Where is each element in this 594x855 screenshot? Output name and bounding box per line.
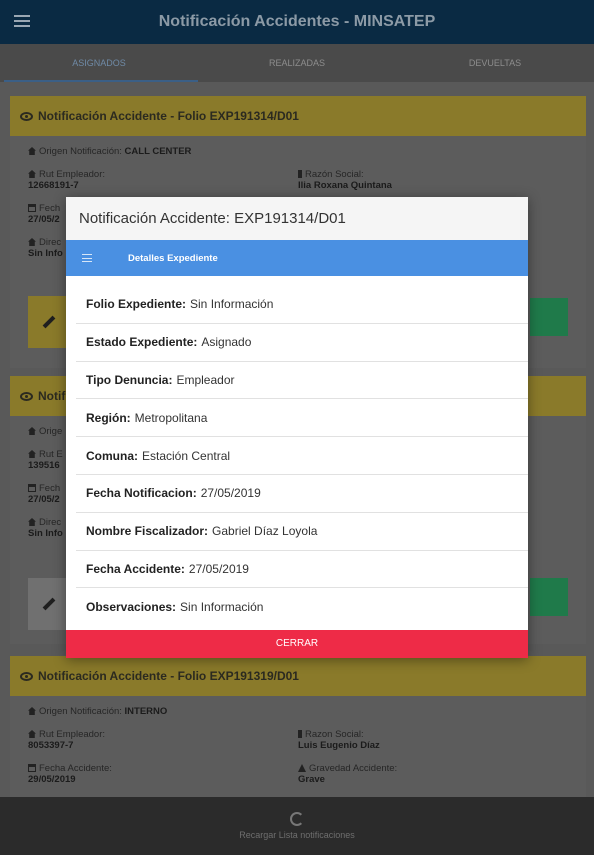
- detail-row: Fecha Notificacion: 27/05/2019: [76, 475, 528, 513]
- rut-label: Rut E: [39, 449, 63, 460]
- detail-value: Metropolitana: [134, 410, 208, 425]
- home-icon: [28, 427, 36, 435]
- tab-realizadas[interactable]: REALIZADAS: [198, 44, 396, 82]
- card-title: Notificación Accidente - Folio EXP191319…: [38, 669, 299, 683]
- card-title: Notif: [38, 389, 66, 403]
- eye-icon: [20, 671, 33, 681]
- edit-button[interactable]: [28, 578, 70, 630]
- detail-label: Región:: [86, 410, 131, 425]
- card-title: Notificación Accidente - Folio EXP191314…: [38, 109, 299, 123]
- detail-label: Fecha Accidente:: [86, 561, 185, 576]
- home-icon: [28, 238, 36, 246]
- detail-value: Sin Información: [180, 600, 264, 615]
- origen-label: Origen Notificación:: [39, 146, 122, 157]
- tab-asignados[interactable]: ASIGNADOS: [0, 44, 198, 82]
- reload-label: Recargar Lista notificaciones: [239, 830, 355, 840]
- detail-row: Región: Metropolitana: [76, 399, 528, 438]
- direccion-label: Direc: [39, 237, 62, 248]
- warning-icon: [298, 764, 306, 772]
- origen-value: INTERNO: [124, 706, 168, 717]
- detail-value: Empleador: [176, 372, 235, 387]
- home-icon: [28, 147, 36, 155]
- fecha-label: Fecha Accidente:: [39, 763, 112, 774]
- home-icon: [28, 707, 36, 715]
- detail-row: Observaciones: Sin Información: [76, 588, 528, 626]
- detail-row: Comuna: Estación Central: [76, 437, 528, 475]
- pencil-icon: [42, 315, 56, 329]
- detail-row: Fecha Accidente: 27/05/2019: [76, 551, 528, 589]
- tab-detalles-expediente[interactable]: Detalles Expediente: [66, 240, 528, 276]
- app-header: Notificación Accidentes - MINSATEP: [0, 0, 594, 44]
- reload-bar[interactable]: Recargar Lista notificaciones: [0, 797, 594, 855]
- list-icon: [82, 254, 92, 262]
- modal-title: Notificación Accidente: EXP191314/D01: [66, 197, 528, 240]
- detail-row: Estado Expediente: Asignado: [76, 324, 528, 362]
- detail-label: Folio Expediente:: [86, 297, 187, 312]
- razon-value: Ilia Roxana Quintana: [298, 180, 392, 191]
- detail-label: Observaciones:: [86, 600, 177, 615]
- rut-value: 12668191-7: [28, 180, 79, 191]
- edit-button[interactable]: [28, 296, 70, 348]
- calendar-icon: [28, 764, 36, 772]
- menu-icon[interactable]: [14, 15, 30, 27]
- details-modal: Notificación Accidente: EXP191314/D01 De…: [66, 197, 528, 658]
- home-icon: [28, 450, 36, 458]
- razon-label: Razon Social:: [305, 729, 364, 740]
- tab-devueltas[interactable]: DEVUELTAS: [396, 44, 594, 82]
- origen-value: CALL CENTER: [124, 146, 192, 157]
- detail-value: Estación Central: [142, 448, 231, 463]
- eye-icon: [20, 391, 33, 401]
- calendar-icon: [28, 484, 36, 492]
- fecha-label: Fech: [39, 483, 61, 494]
- calendar-icon: [28, 204, 36, 212]
- fecha-label: Fech: [39, 203, 61, 214]
- detail-value: Sin Información: [190, 297, 274, 312]
- fecha-value: 29/05/2019: [28, 774, 76, 785]
- detail-row: Folio Expediente: Sin Información: [76, 286, 528, 324]
- action-button[interactable]: [530, 298, 568, 336]
- razon-value: Luis Eugenio Díaz: [298, 740, 380, 751]
- detail-value: Asignado: [201, 335, 252, 350]
- gravedad-label: Gravedad Accidente:: [309, 763, 398, 774]
- rut-value: 8053397-7: [28, 740, 74, 751]
- balance-icon: [298, 170, 302, 178]
- detail-label: Nombre Fiscalizador:: [86, 524, 209, 539]
- origen-label: Origen Notificación:: [39, 706, 122, 717]
- detail-label: Fecha Notificacion:: [86, 486, 197, 501]
- details-list: Folio Expediente: Sin Información Estado …: [66, 276, 528, 626]
- detail-label: Tipo Denuncia:: [86, 372, 173, 387]
- close-button[interactable]: CERRAR: [66, 630, 528, 658]
- tab-bar: ASIGNADOS REALIZADAS DEVUELTAS: [0, 44, 594, 82]
- rut-label: Rut Empleador:: [39, 169, 106, 180]
- detail-row: Nombre Fiscalizador: Gabriel Díaz Loyola: [76, 513, 528, 551]
- detail-value: 27/05/2019: [188, 561, 249, 576]
- action-button[interactable]: [530, 578, 568, 616]
- razon-label: Razón Social:: [305, 169, 364, 180]
- home-icon: [28, 170, 36, 178]
- detail-row: Tipo Denuncia: Empleador: [76, 362, 528, 400]
- card-header[interactable]: Notificación Accidente - Folio EXP191319…: [10, 656, 586, 696]
- modal-tab-label: Detalles Expediente: [128, 252, 218, 264]
- refresh-icon: [290, 812, 304, 826]
- detail-label: Estado Expediente:: [86, 335, 198, 350]
- detail-value: 27/05/2019: [200, 486, 261, 501]
- page-title: Notificación Accidentes - MINSATEP: [158, 13, 436, 30]
- direccion-label: Direc: [39, 517, 62, 528]
- detail-label: Comuna:: [86, 448, 138, 463]
- balance-icon: [298, 730, 302, 738]
- card-header[interactable]: Notificación Accidente - Folio EXP191314…: [10, 96, 586, 136]
- notification-card: Notificación Accidente - Folio EXP191319…: [10, 656, 586, 797]
- eye-icon: [20, 111, 33, 121]
- detail-value: Gabriel Díaz Loyola: [212, 524, 318, 539]
- rut-label: Rut Empleador:: [39, 729, 106, 740]
- pencil-icon: [42, 597, 56, 611]
- gravedad-value: Grave: [298, 774, 325, 785]
- home-icon: [28, 730, 36, 738]
- origen-label: Orige: [39, 426, 63, 437]
- home-icon: [28, 518, 36, 526]
